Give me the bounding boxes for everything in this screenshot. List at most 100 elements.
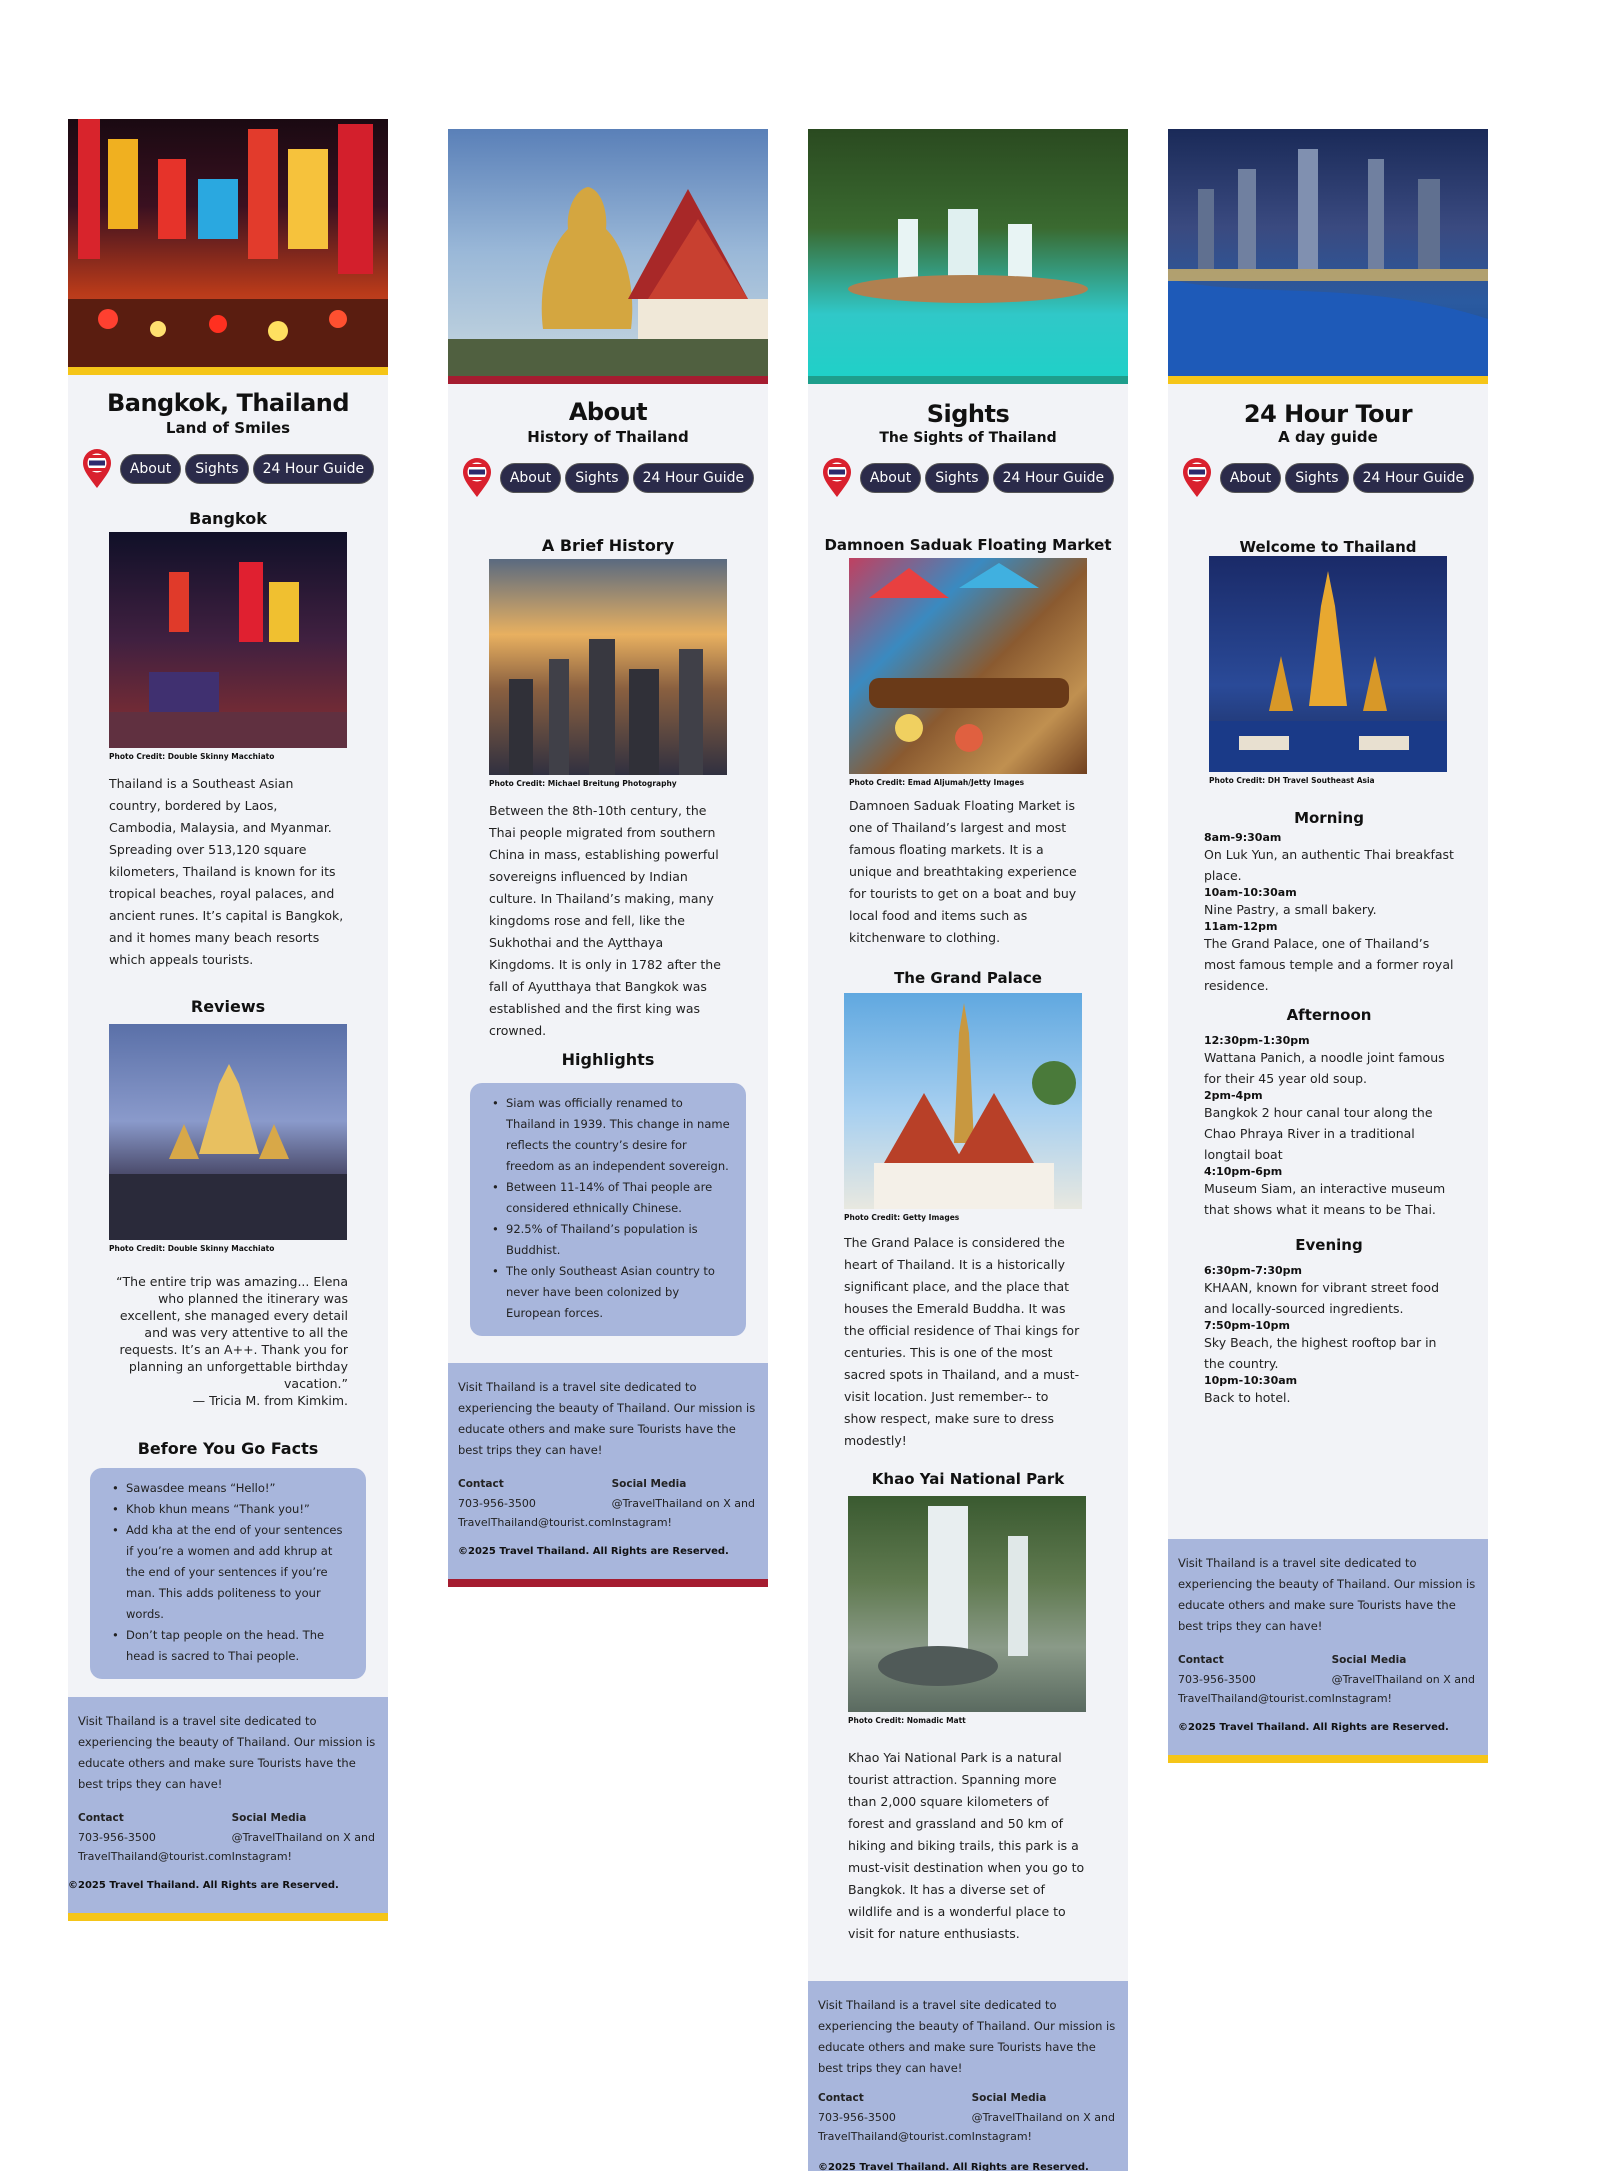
social-label: Social Media (611, 1478, 687, 1490)
contact-email[interactable]: TravelThailand@tourist.com (458, 1513, 612, 1532)
nav-about-button[interactable]: About (1219, 463, 1282, 493)
section-title: Welcome to Thailand (1239, 538, 1417, 556)
page-title: Sights (926, 400, 1010, 428)
contact-label: Contact (1178, 1654, 1224, 1666)
list-item: The only Southeast Asian country to neve… (492, 1261, 730, 1324)
nav-about-button[interactable]: About (119, 454, 182, 484)
schedule-evening: 6:30pm-7:30pm KHAAN, known for vibrant s… (1204, 1264, 1454, 1408)
copyright: ©2025 Travel Thailand. All Rights are Re… (818, 2162, 1089, 2171)
contact-phone[interactable]: 703-956-3500 (78, 1828, 232, 1847)
nav-sights-button[interactable]: Sights (1285, 463, 1349, 493)
section-title: Afternoon (1286, 1006, 1372, 1024)
about-page: About History of Thailand About Sights 2… (448, 129, 768, 1587)
schedule-time: 11am-12pm (1204, 920, 1278, 933)
intro-text: Thailand is a Southeast Asian country, b… (109, 776, 344, 967)
photo-grand-palace (844, 993, 1082, 1209)
hero-image-skyline-river (1168, 129, 1488, 376)
nav-bar: About Sights 24 Hour Guide (448, 458, 768, 498)
footer: Visit Thailand is a travel site dedicate… (448, 1363, 768, 1579)
contact-phone[interactable]: 703-956-3500 (1178, 1670, 1332, 1689)
section-title: Bangkok (189, 509, 267, 528)
facts-box: Sawasdee means “Hello!” Khob khun means … (90, 1468, 366, 1679)
contact-phone[interactable]: 703-956-3500 (458, 1494, 612, 1513)
thailand-pin-icon[interactable] (462, 458, 492, 498)
schedule-desc: KHAAN, known for vibrant street food and… (1204, 1280, 1439, 1316)
nav-bar: About Sights 24 Hour Guide (68, 449, 388, 489)
photo-credit: Photo Credit: Emad Aljumah/Jetty Images (849, 778, 1025, 787)
schedule-desc: Wattana Panich, a noodle joint famous fo… (1204, 1050, 1445, 1086)
photo-floating-market (849, 558, 1087, 774)
page-subtitle: The Sights of Thailand (879, 430, 1057, 446)
nav-guide-button[interactable]: 24 Hour Guide (992, 463, 1115, 493)
photo-wat-arun-evening (109, 1024, 347, 1240)
list-item: Add kha at the end of your sentences if … (112, 1520, 350, 1625)
list-item: 92.5% of Thailand’s population is Buddhi… (492, 1219, 730, 1261)
highlights-list: Siam was officially renamed to Thailand … (492, 1093, 730, 1324)
nav-sights-button[interactable]: Sights (185, 454, 249, 484)
section-title: A Brief History (541, 536, 675, 555)
tour-page: 24 Hour Tour A day guide About Sights 24… (1168, 129, 1488, 1763)
contact-email[interactable]: TravelThailand@tourist.com (818, 2127, 972, 2146)
page-title: About (568, 398, 648, 426)
schedule-time: 8am-9:30am (1204, 831, 1282, 844)
list-item: Siam was officially renamed to Thailand … (492, 1093, 730, 1177)
photo-khao-yai-waterfall (848, 1496, 1086, 1712)
social-label: Social Media (971, 2092, 1047, 2104)
review-author: — Tricia M. from Kimkim. (192, 1393, 348, 1408)
highlights-box: Siam was officially renamed to Thailand … (470, 1083, 746, 1336)
hero-image-buddha (448, 129, 768, 376)
nav-bar: About Sights 24 Hour Guide (1168, 458, 1488, 498)
thailand-pin-icon[interactable] (82, 449, 112, 489)
contact-email[interactable]: TravelThailand@tourist.com (78, 1847, 232, 1866)
page-title: 24 Hour Tour (1243, 400, 1413, 428)
nav-sights-button[interactable]: Sights (925, 463, 989, 493)
photo-bangkok-skyline-sunset (489, 559, 727, 775)
photo-credit: Photo Credit: DH Travel Southeast Asia (1209, 776, 1375, 785)
social-label: Social Media (231, 1812, 307, 1824)
photo-bangkok-street (109, 532, 347, 748)
nav-about-button[interactable]: About (859, 463, 922, 493)
contact-phone[interactable]: 703-956-3500 (818, 2108, 972, 2127)
social-text: @TravelThailand on X and Instagram! (971, 2111, 1115, 2143)
page-subtitle: A day guide (1278, 428, 1378, 446)
section-title: Reviews (190, 997, 266, 1016)
contact-email[interactable]: TravelThailand@tourist.com (1178, 1689, 1332, 1708)
nav-guide-button[interactable]: 24 Hour Guide (252, 454, 375, 484)
sight-text: Damnoen Saduak Floating Market is one of… (849, 798, 1077, 945)
schedule-time: 12:30pm-1:30pm (1204, 1034, 1310, 1047)
nav-guide-button[interactable]: 24 Hour Guide (632, 463, 755, 493)
nav-about-button[interactable]: About (499, 463, 562, 493)
review-quote: “The entire trip was amazing... Elena wh… (116, 1274, 348, 1391)
schedule-afternoon: 12:30pm-1:30pm Wattana Panich, a noodle … (1204, 1034, 1454, 1220)
copyright: ©2025 Travel Thailand. All Rights are Re… (68, 1880, 339, 1891)
nav-bar: About Sights 24 Hour Guide (808, 458, 1128, 498)
thailand-pin-icon[interactable] (822, 458, 852, 498)
schedule-desc: Back to hotel. (1204, 1390, 1291, 1405)
facts-list: Sawasdee means “Hello!” Khob khun means … (112, 1478, 350, 1667)
schedule-morning: 8am-9:30am On Luk Yun, an authentic Thai… (1204, 831, 1454, 996)
sight-text: Khao Yai National Park is a natural tour… (848, 1750, 1085, 1941)
social-label: Social Media (1331, 1654, 1407, 1666)
schedule-desc: Museum Siam, an interactive museum that … (1204, 1181, 1446, 1217)
schedule-time: 4:10pm-6pm (1204, 1165, 1283, 1178)
contact-label: Contact (458, 1478, 504, 1490)
nav-guide-button[interactable]: 24 Hour Guide (1352, 463, 1475, 493)
page-title: Bangkok, Thailand (106, 389, 350, 417)
schedule-time: 6:30pm-7:30pm (1204, 1264, 1302, 1277)
photo-credit: Photo Credit: Michael Breitung Photograp… (489, 779, 677, 788)
list-item: Sawasdee means “Hello!” (112, 1478, 350, 1499)
contact-label: Contact (78, 1812, 124, 1824)
list-item: Khob khun means “Thank you!” (112, 1499, 350, 1520)
copyright: ©2025 Travel Thailand. All Rights are Re… (458, 1546, 729, 1557)
section-title: Damnoen Saduak Floating Market (824, 536, 1112, 554)
contact-label: Contact (818, 2092, 864, 2104)
hero-image-waterfall (808, 129, 1128, 376)
footer-mission: Visit Thailand is a travel site dedicate… (818, 1998, 1116, 2075)
photo-credit: Photo Credit: Getty Images (844, 1213, 960, 1222)
history-text: Between the 8th-10th century, the Thai p… (489, 803, 721, 1038)
nav-sights-button[interactable]: Sights (565, 463, 629, 493)
schedule-desc: Bangkok 2 hour canal tour along the Chao… (1204, 1105, 1433, 1162)
thailand-pin-icon[interactable] (1182, 458, 1212, 498)
photo-credit: Photo Credit: Nomadic Matt (848, 1716, 966, 1725)
footer: Visit Thailand is a travel site dedicate… (808, 1981, 1128, 2171)
